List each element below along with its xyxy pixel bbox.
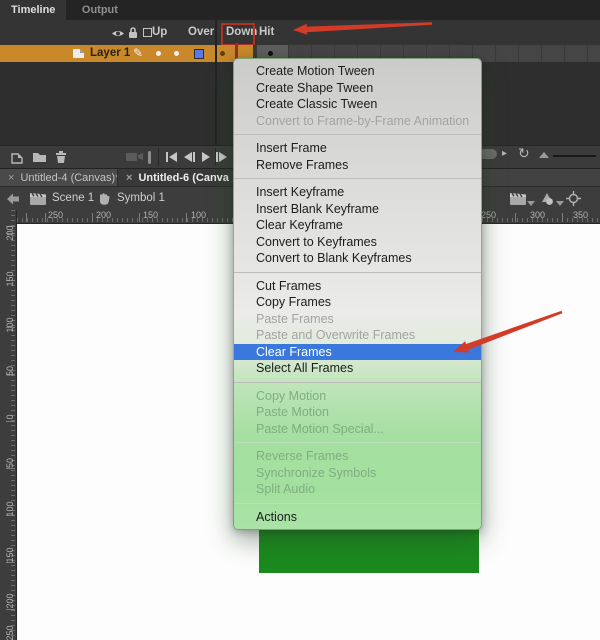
ruler-label: 100 bbox=[5, 316, 15, 334]
edit-symbols-icon[interactable] bbox=[540, 192, 554, 206]
menu-item-insert-frame[interactable]: Insert Frame bbox=[234, 140, 481, 157]
doc-tab-label: Untitled-4 (Canvas)* bbox=[20, 172, 118, 184]
ruler-label: 0 bbox=[5, 408, 15, 426]
layer-outline-color-swatch[interactable] bbox=[194, 49, 204, 59]
play-button[interactable] bbox=[202, 152, 210, 162]
breadcrumb-scene[interactable]: Scene 1 bbox=[52, 192, 94, 204]
menu-item-insert-blank-keyframe[interactable]: Insert Blank Keyframe bbox=[234, 201, 481, 218]
annotation-box-down bbox=[221, 23, 255, 46]
ruler-label: 150 bbox=[5, 270, 15, 288]
keyframe-dot bbox=[220, 51, 225, 56]
close-icon[interactable]: × bbox=[126, 172, 132, 184]
ruler-label: 200 bbox=[5, 592, 15, 610]
eye-icon[interactable] bbox=[111, 29, 125, 38]
menu-item-clear-keyframe[interactable]: Clear Keyframe bbox=[234, 217, 481, 234]
timeline-zoom-slider[interactable] bbox=[553, 155, 596, 157]
ruler-label: 200 bbox=[5, 224, 15, 242]
tab-timeline[interactable]: Timeline bbox=[0, 0, 66, 20]
timeline-header: Up Over Down Hit bbox=[0, 20, 600, 45]
frame-label-up[interactable]: Up bbox=[152, 26, 167, 38]
symbol-hand-icon bbox=[97, 192, 111, 205]
layer-visible-dot[interactable] bbox=[156, 51, 161, 56]
doc-tab-untitled-4[interactable]: × Untitled-4 (Canvas)* bbox=[0, 169, 118, 187]
ruler-label: 200 bbox=[96, 210, 111, 220]
step-back-button[interactable] bbox=[184, 152, 195, 162]
frame-label-hit[interactable]: Hit bbox=[259, 26, 274, 38]
hit-keyframe-dot bbox=[268, 51, 273, 56]
chevron-down-icon[interactable] bbox=[556, 201, 564, 206]
film-bar-icon[interactable] bbox=[148, 151, 151, 164]
ruler-label: 250 bbox=[48, 210, 63, 220]
panel-resize-icon[interactable] bbox=[539, 152, 549, 158]
menu-item-convert-frame-by-frame: Convert to Frame-by-Frame Animation bbox=[234, 113, 481, 130]
go-to-first-frame-button[interactable] bbox=[166, 152, 177, 162]
breadcrumb-symbol[interactable]: Symbol 1 bbox=[117, 192, 165, 204]
menu-item-select-all-frames[interactable]: Select All Frames bbox=[234, 360, 481, 377]
menu-item-synchronize-symbols: Synchronize Symbols bbox=[234, 465, 481, 482]
pencil-edit-icon: ✎ bbox=[133, 46, 143, 60]
vertical-ruler: 200 150 100 50 0 50 100 150 200 250 bbox=[0, 210, 17, 640]
center-frame-crosshair-icon[interactable] bbox=[566, 191, 581, 206]
ruler-label: 50 bbox=[5, 454, 15, 472]
menu-item-create-motion-tween[interactable]: Create Motion Tween bbox=[234, 63, 481, 80]
new-folder-icon[interactable] bbox=[32, 151, 47, 163]
layer-page-icon bbox=[72, 48, 85, 59]
menu-separator bbox=[234, 382, 481, 383]
scene-clapperboard-icon bbox=[30, 193, 46, 205]
menu-item-paste-overwrite-frames: Paste and Overwrite Frames bbox=[234, 327, 481, 344]
menu-item-paste-motion: Paste Motion bbox=[234, 404, 481, 421]
menu-item-reverse-frames: Reverse Frames bbox=[234, 448, 481, 465]
menu-item-paste-frames: Paste Frames bbox=[234, 311, 481, 328]
layer-lock-dot[interactable] bbox=[174, 51, 179, 56]
menu-item-copy-motion: Copy Motion bbox=[234, 388, 481, 405]
layer-name[interactable]: Layer 1 bbox=[90, 47, 130, 59]
outline-column-icon[interactable] bbox=[143, 28, 152, 37]
menu-separator bbox=[234, 134, 481, 135]
trash-icon[interactable] bbox=[55, 150, 67, 164]
new-layer-icon[interactable] bbox=[10, 150, 24, 164]
ruler-label: 150 bbox=[5, 546, 15, 564]
toolbar-divider bbox=[158, 148, 159, 166]
back-arrow-icon[interactable] bbox=[7, 193, 19, 205]
menu-item-remove-frames[interactable]: Remove Frames bbox=[234, 157, 481, 174]
ruler-label: 300 bbox=[530, 210, 545, 220]
timeline-panel-tabbar: Timeline Output bbox=[0, 0, 600, 20]
ruler-label: 350 bbox=[573, 210, 588, 220]
tab-output[interactable]: Output bbox=[71, 0, 129, 20]
menu-item-cut-frames[interactable]: Cut Frames bbox=[234, 278, 481, 295]
animate-app-window: Timeline Output Up Over Down Hit Layer 1… bbox=[0, 0, 600, 640]
step-forward-button[interactable] bbox=[216, 152, 227, 162]
ruler-label: 100 bbox=[191, 210, 206, 220]
menu-item-paste-motion-special: Paste Motion Special... bbox=[234, 421, 481, 438]
menu-item-insert-keyframe[interactable]: Insert Keyframe bbox=[234, 184, 481, 201]
edit-scene-icon[interactable] bbox=[510, 193, 526, 205]
menu-separator bbox=[234, 178, 481, 179]
loop-playback-icon[interactable]: ↺ bbox=[518, 145, 530, 162]
lock-icon[interactable] bbox=[128, 26, 138, 39]
menu-item-copy-frames[interactable]: Copy Frames bbox=[234, 294, 481, 311]
menu-separator bbox=[234, 442, 481, 443]
menu-separator bbox=[234, 272, 481, 273]
chevron-down-icon[interactable] bbox=[527, 201, 535, 206]
menu-item-create-classic-tween[interactable]: Create Classic Tween bbox=[234, 96, 481, 113]
ruler-label: 50 bbox=[5, 362, 15, 380]
ruler-label: 250 bbox=[5, 624, 15, 640]
close-icon[interactable]: × bbox=[8, 172, 14, 184]
doc-tab-label: Untitled-6 (Canva bbox=[138, 172, 228, 184]
menu-item-split-audio: Split Audio bbox=[234, 481, 481, 498]
frame-label-over[interactable]: Over bbox=[188, 26, 214, 38]
scroll-right-arrow[interactable]: ▸ bbox=[502, 148, 507, 159]
menu-item-convert-to-keyframes[interactable]: Convert to Keyframes bbox=[234, 234, 481, 251]
ruler-label: 250 bbox=[481, 210, 496, 220]
menu-separator bbox=[234, 503, 481, 504]
ruler-label: 100 bbox=[5, 500, 15, 518]
menu-item-actions[interactable]: Actions bbox=[234, 509, 481, 526]
ruler-label: 150 bbox=[143, 210, 158, 220]
menu-item-convert-to-blank-keyframes[interactable]: Convert to Blank Keyframes bbox=[234, 250, 481, 267]
camera-icon[interactable] bbox=[126, 151, 143, 162]
menu-item-create-shape-tween[interactable]: Create Shape Tween bbox=[234, 80, 481, 97]
menu-item-clear-frames[interactable]: Clear Frames bbox=[234, 344, 481, 361]
frame-context-menu: Create Motion Tween Create Shape Tween C… bbox=[233, 58, 482, 530]
